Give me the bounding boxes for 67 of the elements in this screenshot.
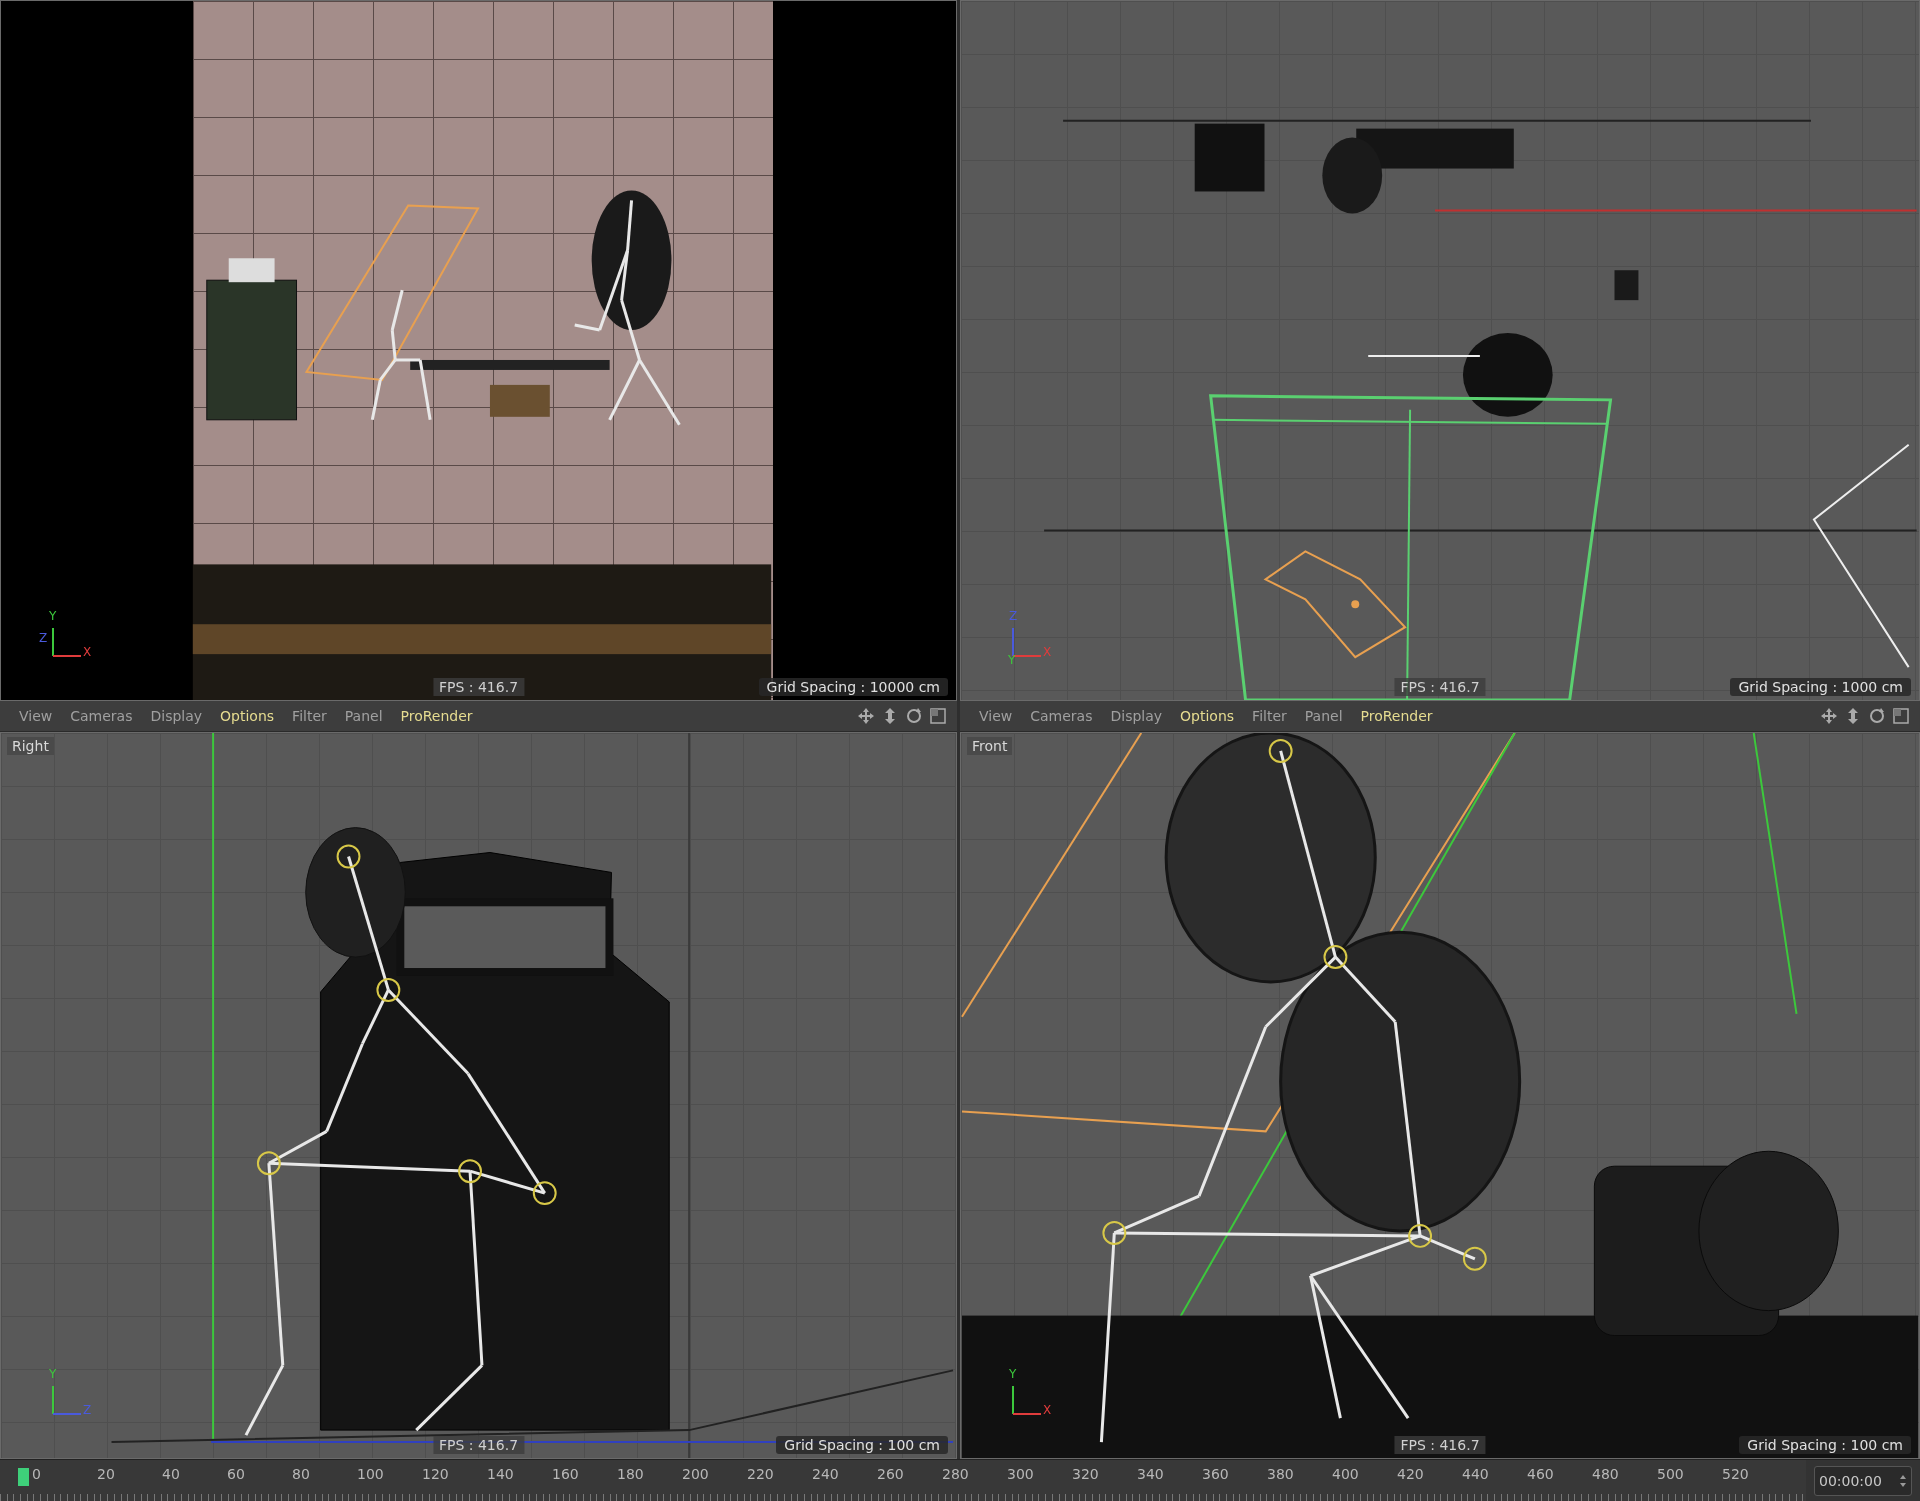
frame-number: 60	[227, 1465, 246, 1484]
menu-item[interactable]: View	[10, 706, 62, 726]
frame-number: 180	[617, 1465, 645, 1484]
axis-label: Y	[49, 1368, 57, 1380]
frame-number: 300	[1007, 1465, 1035, 1484]
menu-item[interactable]: Options	[1171, 706, 1244, 726]
frame-number: 20	[97, 1465, 116, 1484]
fps-readout: FPS : 416.7	[1394, 1436, 1486, 1454]
grid-spacing-readout: Grid Spacing : 100 cm	[1739, 1436, 1911, 1454]
frame-number: 80	[292, 1465, 311, 1484]
axis-label: X	[1043, 646, 1052, 658]
menu-item[interactable]: Filter	[283, 706, 336, 726]
frame-number: 200	[682, 1465, 710, 1484]
viewport[interactable]: Z Y X FPS : 416.7 Grid Spacing : 1000 cm	[960, 0, 1920, 701]
fps-readout: FPS : 416.7	[432, 678, 525, 696]
axis-label: Z	[39, 632, 48, 644]
frame-number: 120	[422, 1465, 450, 1484]
frame-number: 260	[877, 1465, 905, 1484]
frame-number: 500	[1657, 1465, 1685, 1484]
time-field[interactable]: 00:00:00	[1814, 1466, 1912, 1496]
frame-number: 340	[1137, 1465, 1165, 1484]
grid-spacing-readout: Grid Spacing : 10000 cm	[758, 678, 948, 696]
frame-number: 480	[1592, 1465, 1620, 1484]
menu-item[interactable]: ProRender	[391, 706, 482, 726]
axis-label: Y	[1009, 1368, 1017, 1380]
grid-spacing-readout: Grid Spacing : 1000 cm	[1730, 678, 1911, 696]
frame-number: 360	[1202, 1465, 1230, 1484]
fps-readout: FPS : 416.7	[1394, 678, 1486, 696]
frame-number: 220	[747, 1465, 775, 1484]
frame-number: 380	[1267, 1465, 1295, 1484]
viewport[interactable]: Front Y X FPS : 416.7 Grid Spacing : 100 cm	[960, 732, 1920, 1459]
frame-number: 280	[942, 1465, 970, 1484]
viewport[interactable]: Right Y Z FPS : 416.7 Grid Spacing : 100 cm	[0, 732, 957, 1459]
menu-item[interactable]: Display	[1101, 706, 1172, 726]
menu-item[interactable]: Cameras	[61, 706, 142, 726]
menu-item[interactable]: Display	[141, 706, 212, 726]
frame-number: 520	[1722, 1465, 1750, 1484]
frame-number: 160	[552, 1465, 580, 1484]
menu-item[interactable]: ProRender	[1351, 706, 1442, 726]
viewport-label: Right	[7, 737, 54, 755]
frame-number: 100	[357, 1465, 385, 1484]
frame-number: 320	[1072, 1465, 1100, 1484]
menu-item[interactable]: View	[970, 706, 1022, 726]
axis-label: X	[1043, 1404, 1052, 1416]
menu-item[interactable]: Panel	[1295, 706, 1352, 726]
axis-label: Y	[1008, 654, 1016, 666]
frame-number: 420	[1397, 1465, 1425, 1484]
axis-label: X	[83, 646, 92, 658]
axis-label: Z	[83, 1404, 92, 1416]
menu-item[interactable]: Filter	[1243, 706, 1296, 726]
fps-readout: FPS : 416.7	[432, 1436, 525, 1454]
axis-label: Y	[49, 610, 57, 622]
frame-number: 140	[487, 1465, 515, 1484]
menu-item[interactable]: Cameras	[1021, 706, 1102, 726]
frame-number: 440	[1462, 1465, 1490, 1484]
timeline-ruler[interactable]: 0 20 40 60 80 100 120 140 160 180 200 220 240 260 280 300 320 340 360 380 400 420 440 460 480 500 520	[0, 1460, 1806, 1501]
menu-item[interactable]: Panel	[335, 706, 392, 726]
viewport[interactable]: Y Z X FPS : 416.7 Grid Spacing : 10000 cm	[0, 0, 957, 701]
axis-label: Z	[1009, 610, 1018, 622]
menu-item[interactable]: Options	[211, 706, 284, 726]
frame-number: 400	[1332, 1465, 1360, 1484]
frame-number: 460	[1527, 1465, 1555, 1484]
viewport-label: Front	[967, 737, 1013, 755]
grid-spacing-readout: Grid Spacing : 100 cm	[776, 1436, 948, 1454]
frame-number: 240	[812, 1465, 840, 1484]
frame-number: 0	[32, 1465, 42, 1484]
frame-number: 40	[162, 1465, 181, 1484]
